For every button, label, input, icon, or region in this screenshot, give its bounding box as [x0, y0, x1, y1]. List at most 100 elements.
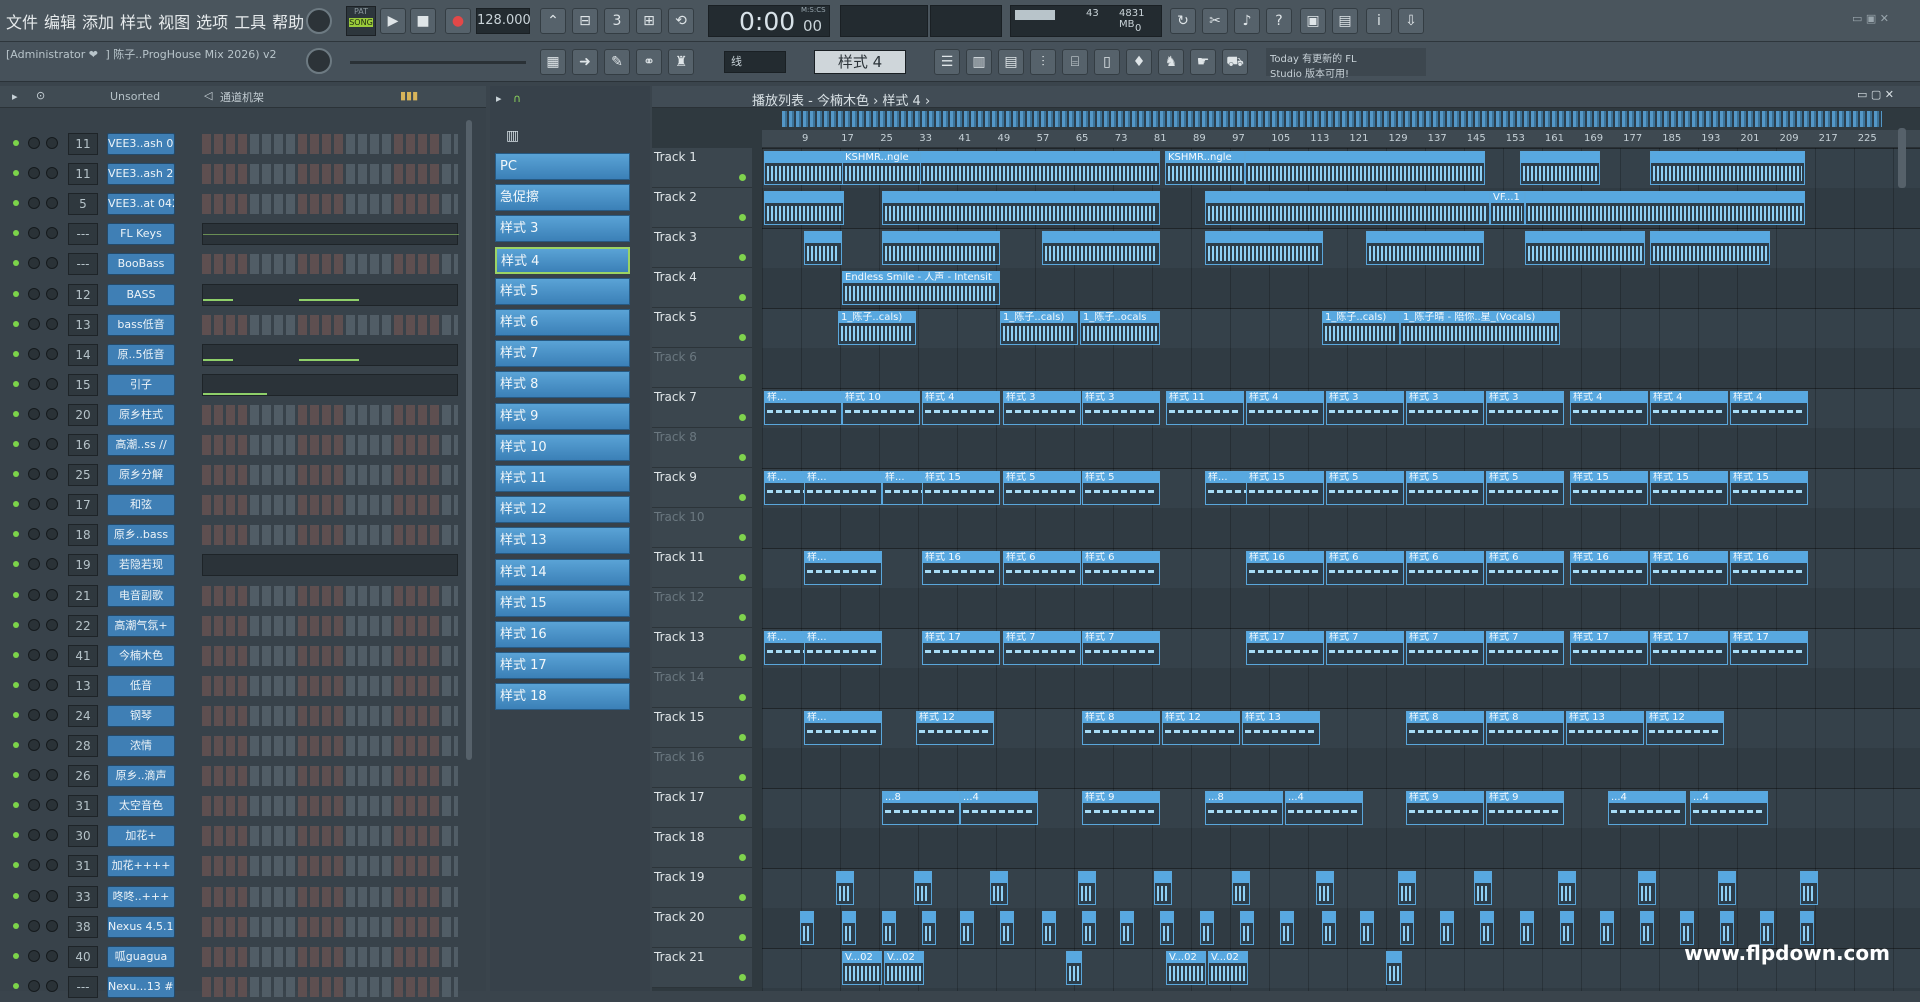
channel-name-button[interactable]: VEE3..ash 01: [107, 133, 175, 155]
playlist-clip[interactable]: KSHMR..ngle: [842, 151, 922, 185]
channel-name-button[interactable]: 呱guagua: [107, 946, 175, 968]
mixer-track-number[interactable]: 15: [68, 374, 98, 396]
rack-graph-icon[interactable]: ▮▮▮: [400, 89, 418, 102]
rack-scrollbar[interactable]: [466, 120, 472, 760]
playlist-clip[interactable]: 样...: [804, 711, 882, 745]
playlist-clip[interactable]: [1042, 911, 1056, 945]
channel-volume-knob[interactable]: [46, 859, 58, 871]
track-header[interactable]: Track 21: [652, 948, 752, 988]
playlist-clip[interactable]: [1560, 911, 1574, 945]
pattern-item[interactable]: 样式 16: [495, 621, 630, 648]
magnet-icon[interactable]: ∩: [513, 92, 521, 105]
mixer-track-number[interactable]: 16: [68, 434, 98, 456]
channel-pan-knob[interactable]: [28, 859, 40, 871]
playlist-clip[interactable]: 样式 17: [1730, 631, 1808, 665]
playlist-clip[interactable]: [1440, 911, 1454, 945]
playlist-clip[interactable]: [836, 871, 854, 905]
playlist-clip[interactable]: 样...: [804, 471, 882, 505]
track-mute-led-icon[interactable]: [739, 214, 746, 221]
refresh-icon[interactable]: ↻: [1170, 8, 1196, 34]
channel-volume-knob[interactable]: [46, 769, 58, 781]
snap-select[interactable]: 线: [724, 51, 786, 73]
playlist-clip[interactable]: VF...1: [1490, 191, 1525, 225]
playlist-clip[interactable]: 样式 17: [922, 631, 1000, 665]
playlist-clip[interactable]: V...02: [1208, 951, 1248, 985]
playlist-clip[interactable]: ...8: [1205, 791, 1283, 825]
mixer-track-number[interactable]: 31: [68, 795, 98, 817]
playlist-clip[interactable]: 样式 3: [1326, 391, 1404, 425]
playlist-clip[interactable]: [1760, 911, 1774, 945]
record-button[interactable]: ●: [445, 8, 471, 34]
wait-input-icon[interactable]: ⊟: [572, 8, 598, 34]
channel-pan-knob[interactable]: [28, 167, 40, 179]
playlist-clip[interactable]: [1154, 871, 1172, 905]
pattern-item[interactable]: 样式 8: [495, 371, 630, 398]
channel-name-button[interactable]: bass低音: [107, 314, 175, 336]
playlist-clip[interactable]: ...4: [1690, 791, 1768, 825]
channel-volume-knob[interactable]: [46, 498, 58, 510]
step-sequencer[interactable]: [202, 194, 458, 214]
channel-name-button[interactable]: 钢琴: [107, 705, 175, 727]
mixer-track-number[interactable]: 18: [68, 524, 98, 546]
channel-led-icon[interactable]: [13, 260, 19, 266]
channel-led-icon[interactable]: [13, 441, 19, 447]
step-sequencer[interactable]: [202, 586, 458, 606]
playlist-clip[interactable]: [764, 151, 844, 185]
channel-name-button[interactable]: VEE3..ash 26: [107, 163, 175, 185]
channel-volume-knob[interactable]: [46, 528, 58, 540]
channel-name-button[interactable]: BASS: [107, 284, 175, 306]
pattern-item[interactable]: 样式 18: [495, 683, 630, 710]
playlist-clip[interactable]: 样式 6: [1406, 551, 1484, 585]
playlist-clip[interactable]: [1280, 911, 1294, 945]
channel-volume-knob[interactable]: [46, 799, 58, 811]
mixer-track-number[interactable]: 21: [68, 585, 98, 607]
playlist-clip[interactable]: 样式 6: [1082, 551, 1160, 585]
channel-piano-preview[interactable]: [202, 223, 458, 245]
track-header[interactable]: Track 19: [652, 868, 752, 908]
channel-led-icon[interactable]: [13, 561, 19, 567]
channel-led-icon[interactable]: [13, 682, 19, 688]
channel-volume-knob[interactable]: [46, 558, 58, 570]
mixer-track-number[interactable]: ---: [68, 223, 98, 245]
channel-volume-knob[interactable]: [46, 890, 58, 902]
playlist-clip[interactable]: 1_陈子..cals): [1000, 311, 1078, 345]
channel-volume-knob[interactable]: [46, 709, 58, 721]
playlist-clip[interactable]: [914, 871, 932, 905]
playlist-clip[interactable]: 样式 12: [1646, 711, 1724, 745]
channel-name-button[interactable]: 太空音色: [107, 795, 175, 817]
playlist-clip[interactable]: 样式 16: [1650, 551, 1728, 585]
channel-led-icon[interactable]: [13, 923, 19, 929]
play-button[interactable]: ▶: [380, 8, 406, 34]
playlist-clip[interactable]: ...4: [1285, 791, 1363, 825]
step-sequencer[interactable]: [202, 525, 458, 545]
channel-volume-knob[interactable]: [46, 257, 58, 269]
playlist-clip[interactable]: 样式 9: [1406, 791, 1484, 825]
playlist-clip[interactable]: V...02: [884, 951, 924, 985]
channel-volume-knob[interactable]: [46, 378, 58, 390]
channel-name-button[interactable]: 今楠木色: [107, 645, 175, 667]
playlist-clip[interactable]: 样式 7: [1082, 631, 1160, 665]
playlist-clip[interactable]: [1398, 871, 1416, 905]
channel-volume-knob[interactable]: [46, 980, 58, 992]
mixer-faders-icon[interactable]: ⫶: [1030, 49, 1056, 75]
step-sequencer[interactable]: [202, 495, 458, 515]
pattern-item[interactable]: 样式 11: [495, 465, 630, 492]
mixer-track-number[interactable]: 24: [68, 705, 98, 727]
channel-volume-knob[interactable]: [46, 288, 58, 300]
export-icon[interactable]: ⇩: [1398, 8, 1424, 34]
channel-led-icon[interactable]: [13, 772, 19, 778]
playlist-clip[interactable]: KSHMR..ngle: [1165, 151, 1245, 185]
channel-led-icon[interactable]: [13, 381, 19, 387]
mixer-track-number[interactable]: 25: [68, 464, 98, 486]
channel-led-icon[interactable]: [13, 893, 19, 899]
step-sequencer[interactable]: [202, 856, 458, 876]
channel-name-button[interactable]: 和弦: [107, 494, 175, 516]
channel-led-icon[interactable]: [13, 862, 19, 868]
playlist-clip[interactable]: [1400, 911, 1414, 945]
step-sequencer[interactable]: [202, 736, 458, 756]
channel-name-button[interactable]: Nexu...13 #2: [107, 976, 175, 998]
track-mute-led-icon[interactable]: [739, 734, 746, 741]
playlist-clip[interactable]: [1160, 911, 1174, 945]
browser-icon[interactable]: ⌸: [1062, 49, 1088, 75]
channel-name-button[interactable]: 加花++++: [107, 855, 175, 877]
